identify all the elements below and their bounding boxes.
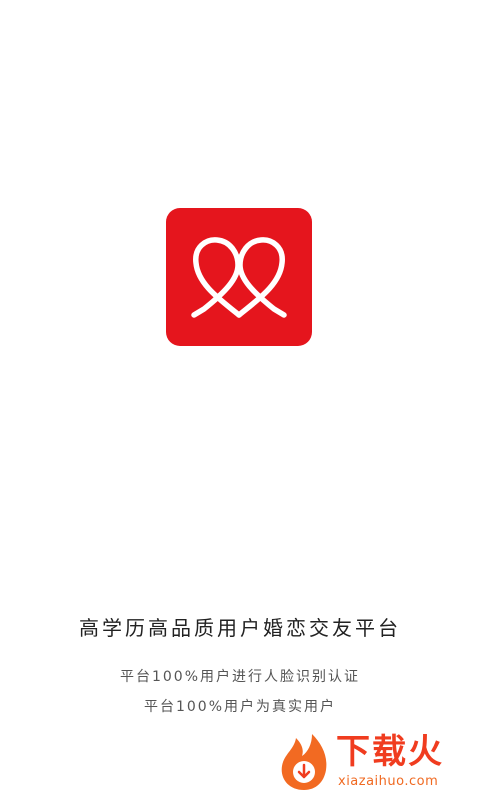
watermark-title: 下载火 [336, 732, 444, 772]
app-logo [166, 208, 312, 346]
feature-real-users: 平台100%用户为真实用户 [143, 699, 337, 715]
watermark-url: xiazaihuo.com [338, 774, 439, 789]
splash-screen: 高学历高品质用户婚恋交友平台 平台100%用户进行人脸识别认证 平台100%用户… [0, 0, 480, 800]
tagline: 高学历高品质用户婚恋交友平台 [79, 616, 401, 640]
watermark: 下载火 xiazaihuo.com [272, 732, 472, 794]
heart-knot-icon [191, 237, 287, 318]
flame-download-icon [281, 734, 327, 790]
feature-face-verification: 平台100%用户进行人脸识别认证 [119, 669, 361, 685]
